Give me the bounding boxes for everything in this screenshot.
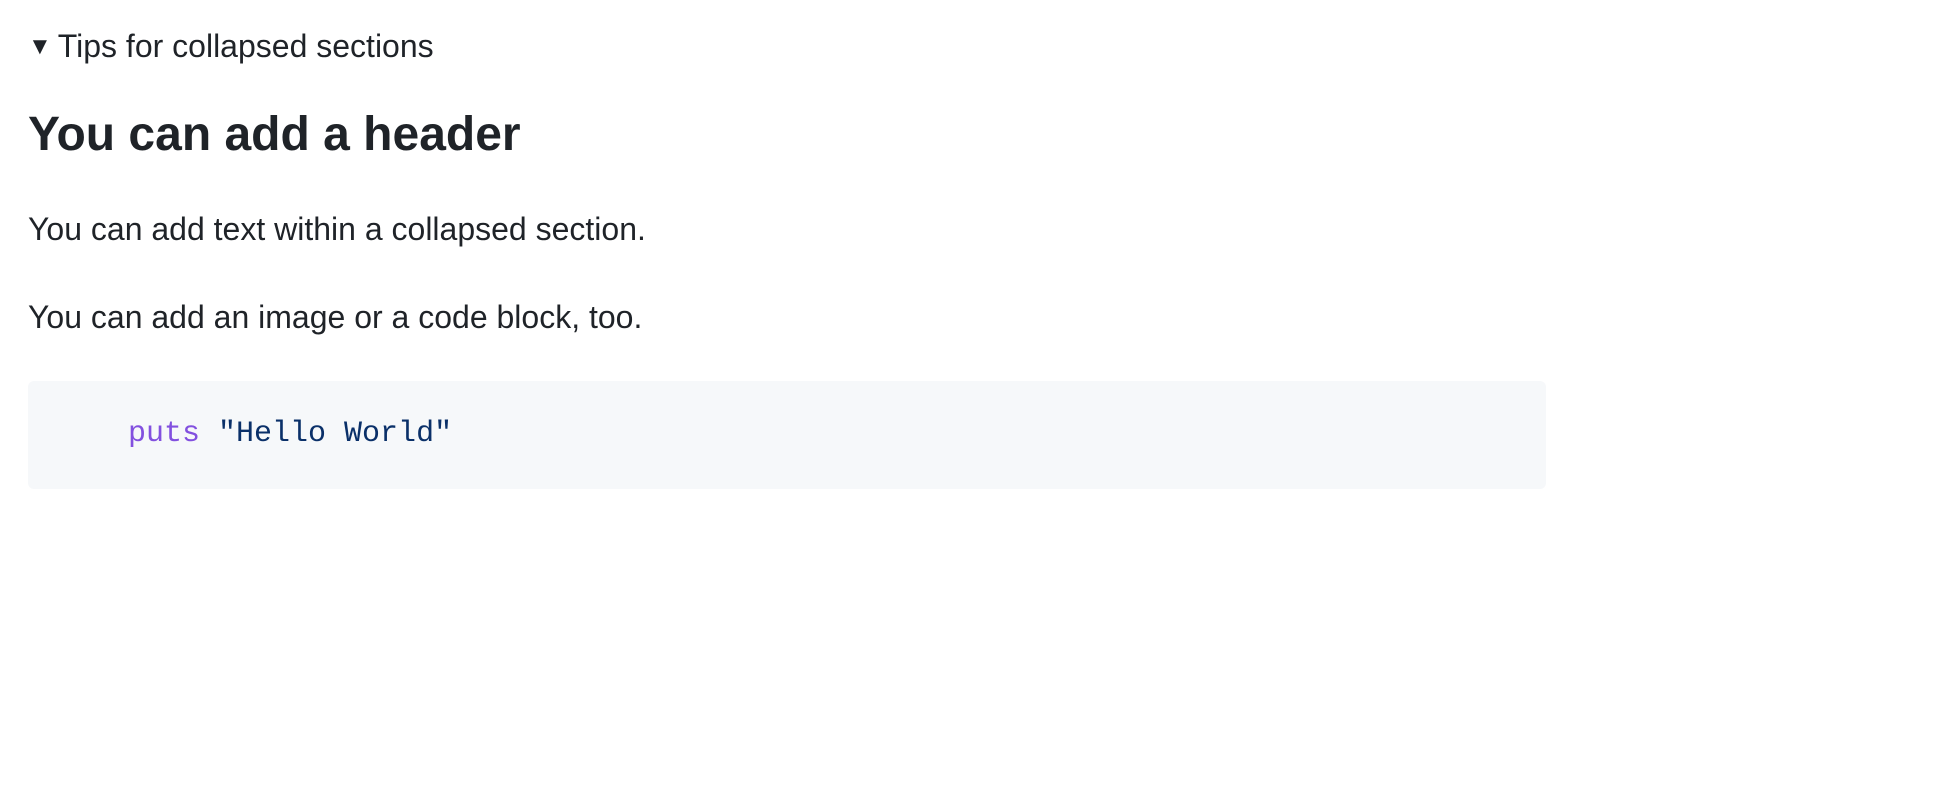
- code-block: puts "Hello World": [28, 381, 1546, 489]
- details-container: ▼ Tips for collapsed sections You can ad…: [28, 28, 1910, 489]
- code-keyword: puts: [128, 417, 200, 451]
- code-string: "Hello World": [218, 417, 452, 451]
- details-content: You can add a header You can add text wi…: [28, 105, 1910, 489]
- paragraph-1: You can add text within a collapsed sect…: [28, 205, 1910, 253]
- paragraph-2: You can add an image or a code block, to…: [28, 293, 1910, 341]
- summary-label: Tips for collapsed sections: [58, 28, 434, 65]
- section-header: You can add a header: [28, 105, 1910, 165]
- triangle-down-icon: ▼: [28, 35, 52, 59]
- details-summary[interactable]: ▼ Tips for collapsed sections: [28, 28, 1910, 65]
